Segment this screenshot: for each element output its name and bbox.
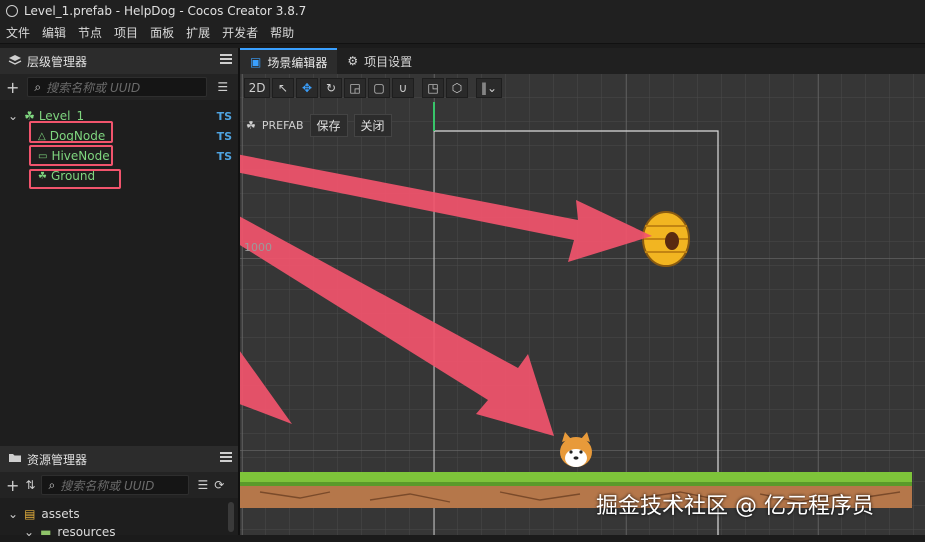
chevron-down-icon[interactable]: ⌄: [8, 109, 18, 123]
highlight-box-dognode: [29, 121, 113, 143]
cocos-logo-icon: [6, 5, 18, 17]
mode-2d-button[interactable]: 2D: [244, 78, 270, 98]
tab-scene-editor[interactable]: ▣ 场景编辑器: [240, 48, 338, 74]
coordinate-button[interactable]: ⬡: [446, 78, 468, 98]
list-view-icon[interactable]: ☰: [197, 478, 208, 492]
add-asset-icon[interactable]: +: [6, 476, 19, 495]
hive-sprite[interactable]: [642, 211, 690, 267]
hierarchy-toolbar: + ⌕ 搜索名称或 UUID ☰: [0, 74, 238, 100]
menu-extension[interactable]: 扩展: [186, 24, 210, 41]
hierarchy-title: 层级管理器: [27, 54, 88, 69]
select-tool-button[interactable]: ↖: [272, 78, 294, 98]
menu-panel[interactable]: 面板: [150, 24, 174, 41]
snap-tool-button[interactable]: ∪: [392, 78, 414, 98]
database-icon: ▤: [24, 507, 36, 521]
assets-toolbar: + ⇅ ⌕ 搜索名称或 UUID ☰ ⟳: [0, 472, 238, 498]
refresh-icon[interactable]: ⟳: [214, 478, 224, 492]
layers-icon: [8, 54, 22, 69]
tab-project-settings[interactable]: ⚙ 项目设置: [337, 48, 422, 74]
sort-icon[interactable]: ⇅: [25, 478, 35, 492]
menu-help[interactable]: 帮助: [270, 24, 294, 41]
transform-space-button[interactable]: ◳: [422, 78, 444, 98]
cube-icon: ⬡: [451, 81, 463, 95]
pivot-icon: ◳: [427, 81, 439, 95]
assets-scrollbar[interactable]: [228, 502, 234, 532]
mode-2d-label: 2D: [248, 81, 266, 95]
menu-file[interactable]: 文件: [6, 24, 30, 41]
search-icon: ⌕: [34, 79, 42, 94]
ts-badge: TS: [216, 109, 232, 123]
magnet-icon: ∪: [398, 81, 408, 95]
rect-tool-button[interactable]: ▢: [368, 78, 390, 98]
hierarchy-panel-header: 层级管理器: [0, 48, 238, 74]
assets-panel-header: 资源管理器: [0, 446, 238, 472]
sort-list-icon[interactable]: ☰: [217, 80, 228, 94]
gear-icon: ⚙: [347, 54, 359, 68]
folder-icon: ▬: [40, 525, 52, 539]
grid-label-1000: 1000: [244, 241, 272, 254]
prefab-edit-bar: ☘ PREFAB 保存 关闭: [246, 114, 392, 137]
assets-search-placeholder: 搜索名称或 UUID: [60, 478, 155, 493]
hierarchy-tree: ⌄ ☘ Level_1 TS △ DogNode TS ▭ HiveNode T…: [0, 100, 238, 446]
rect-icon: ▢: [373, 81, 385, 95]
menu-developer[interactable]: 开发者: [222, 24, 258, 41]
menu-edit[interactable]: 编辑: [42, 24, 66, 41]
chevron-down-icon[interactable]: ⌄: [8, 507, 18, 521]
assets-search-input[interactable]: ⌕ 搜索名称或 UUID: [41, 475, 190, 495]
watermark-text: 掘金技术社区 @ 亿元程序员: [596, 494, 874, 519]
dog-sprite[interactable]: [560, 432, 592, 467]
menu-bar: 文件 编辑 节点 项目 面板 扩展 开发者 帮助: [0, 22, 925, 44]
tab-project-settings-label: 项目设置: [364, 54, 413, 69]
assets-menu-icon[interactable]: [220, 452, 232, 464]
asset-label-resources: resources: [57, 525, 116, 539]
cursor-icon: ↖: [277, 81, 289, 95]
scale-icon: ◲: [349, 81, 361, 95]
tab-scene-editor-label: 场景编辑器: [267, 55, 328, 70]
asset-label-assets: assets: [41, 507, 80, 521]
align-icon: ‖⌄: [480, 81, 498, 95]
window-title: Level_1.prefab - HelpDog - Cocos Creator…: [24, 4, 307, 18]
asset-row-assets[interactable]: ⌄ ▤ assets: [0, 504, 80, 524]
scene-viewport[interactable]: 2D ↖ ✥ ↻ ◲ ▢ ∪ ◳ ⬡ ‖⌄ ☘ PREFAB 保存 关闭 100…: [240, 74, 925, 535]
scale-tool-button[interactable]: ◲: [344, 78, 366, 98]
highlight-box-hivenode: [29, 145, 113, 166]
move-tool-button[interactable]: ✥: [296, 78, 318, 98]
scene-canvas[interactable]: [240, 74, 925, 535]
hierarchy-menu-icon[interactable]: [220, 54, 232, 66]
rotate-tool-button[interactable]: ↻: [320, 78, 342, 98]
save-button[interactable]: 保存: [309, 114, 348, 137]
scene-toolbar: 2D ↖ ✥ ↻ ◲ ▢ ∪ ◳ ⬡ ‖⌄: [244, 78, 504, 98]
folder-icon: [8, 452, 22, 466]
editor-tabs: ▣ 场景编辑器 ⚙ 项目设置: [240, 48, 925, 74]
menu-node[interactable]: 节点: [78, 24, 102, 41]
chevron-down-icon[interactable]: ⌄: [24, 525, 34, 539]
hierarchy-search-placeholder: 搜索名称或 UUID: [46, 80, 141, 95]
scene-editor-icon: ▣: [250, 55, 262, 69]
ts-badge: TS: [216, 149, 232, 163]
close-button[interactable]: 关闭: [353, 114, 392, 137]
assets-title: 资源管理器: [27, 452, 88, 467]
prefab-icon: ☘: [246, 119, 256, 132]
hierarchy-search-input[interactable]: ⌕ 搜索名称或 UUID: [27, 77, 208, 97]
search-icon: ⌕: [48, 477, 56, 492]
add-node-icon[interactable]: +: [6, 78, 19, 97]
prefab-label: PREFAB: [261, 119, 304, 132]
move-icon: ✥: [301, 81, 313, 95]
align-tool-button[interactable]: ‖⌄: [476, 78, 502, 98]
assets-tree: ⌄ ▤ assets ⌄ ▬ resources: [0, 498, 238, 539]
highlight-box-ground: [29, 169, 121, 189]
menu-project[interactable]: 项目: [114, 24, 138, 41]
asset-row-resources[interactable]: ⌄ ▬ resources: [0, 522, 116, 542]
rotate-icon: ↻: [325, 81, 337, 95]
ts-badge: TS: [216, 129, 232, 143]
title-bar: Level_1.prefab - HelpDog - Cocos Creator…: [0, 0, 925, 22]
